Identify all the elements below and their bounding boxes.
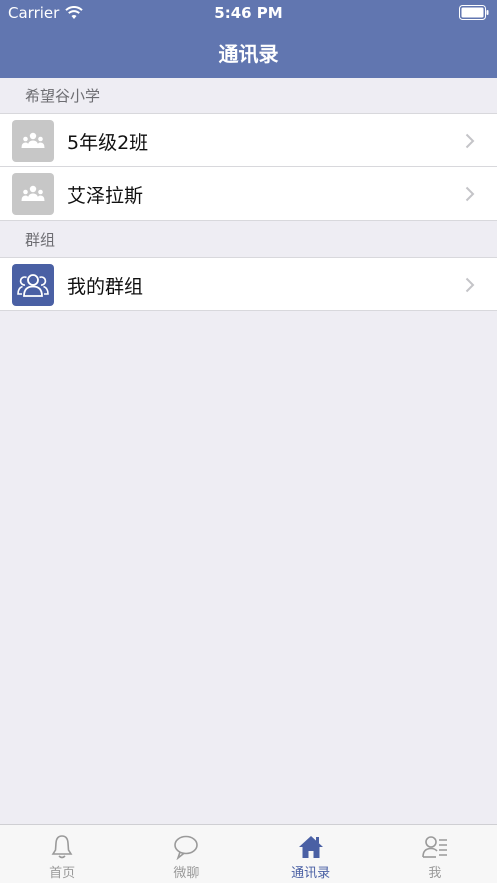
page-title: 通讯录	[218, 42, 279, 66]
tab-label: 微聊	[173, 866, 200, 881]
chevron-right-icon	[465, 186, 475, 202]
contact-row-my-groups[interactable]: 我的群组	[0, 257, 497, 311]
tab-label: 通讯录	[291, 866, 331, 881]
tab-home[interactable]: 首页	[0, 825, 124, 883]
status-bar: Carrier 5:46 PM	[0, 0, 497, 26]
status-time: 5:46 PM	[214, 4, 283, 22]
tab-me[interactable]: 我	[373, 825, 497, 883]
chevron-right-icon	[465, 277, 475, 293]
people-group-icon	[17, 274, 49, 297]
chevron-right-icon	[465, 133, 475, 149]
contact-row-label: 艾泽拉斯	[67, 184, 144, 207]
chat-bubble-icon	[174, 835, 199, 860]
group-icon	[21, 185, 45, 201]
contact-row-azeroth[interactable]: 艾泽拉斯	[0, 167, 497, 221]
top-bar: Carrier 5:46 PM 通讯录	[0, 0, 497, 78]
contact-row-class[interactable]: 5年级2班	[0, 113, 497, 167]
contact-row-label: 5年级2班	[67, 131, 149, 154]
house-icon	[298, 836, 323, 858]
tab-chat[interactable]: 微聊	[124, 825, 248, 883]
group-avatar	[12, 120, 54, 162]
tab-label: 首页	[49, 866, 76, 881]
my-groups-avatar	[12, 264, 54, 306]
battery-icon	[459, 5, 489, 20]
tab-label: 我	[428, 866, 442, 881]
profile-list-icon	[422, 836, 447, 858]
bell-icon	[51, 835, 73, 859]
tab-bar: 首页 微聊 通讯录 我	[0, 824, 497, 883]
section-header-groups: 群组	[0, 222, 497, 257]
section-header-school: 希望谷小学	[0, 78, 497, 113]
group-avatar	[12, 173, 54, 215]
tab-contacts[interactable]: 通讯录	[249, 825, 373, 883]
contact-row-label: 我的群组	[67, 275, 144, 298]
group-icon	[21, 132, 45, 148]
